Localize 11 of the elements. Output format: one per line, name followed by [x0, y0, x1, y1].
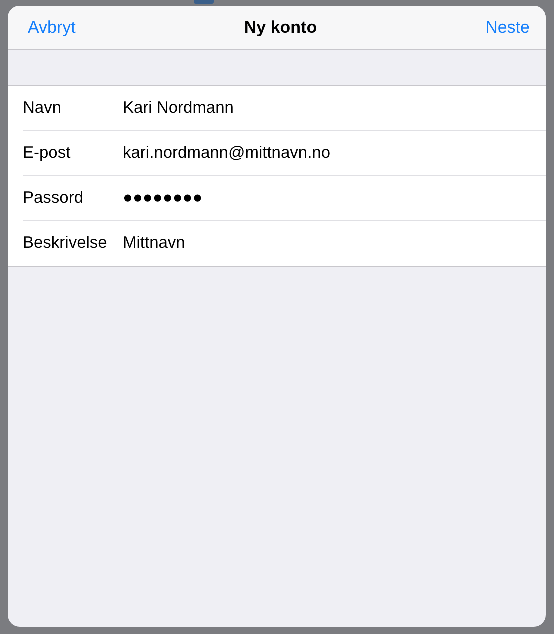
- cancel-button[interactable]: Avbryt: [28, 14, 76, 40]
- field-label: Passord: [23, 188, 85, 209]
- field-label: Beskrivelse: [23, 233, 108, 254]
- sheet-title: Ny konto: [244, 16, 318, 39]
- field-label: E-post: [23, 142, 72, 164]
- next-button[interactable]: Neste: [486, 14, 530, 40]
- field-label: Navn: [23, 98, 63, 119]
- text-field[interactable]: Kari Nordmann: [123, 96, 513, 120]
- text-field[interactable]: ●●●●●●●●: [123, 186, 513, 210]
- text-field[interactable]: Mittnavn: [123, 231, 513, 256]
- text-field[interactable]: kari.nordmann@mittnavn.no: [123, 140, 513, 166]
